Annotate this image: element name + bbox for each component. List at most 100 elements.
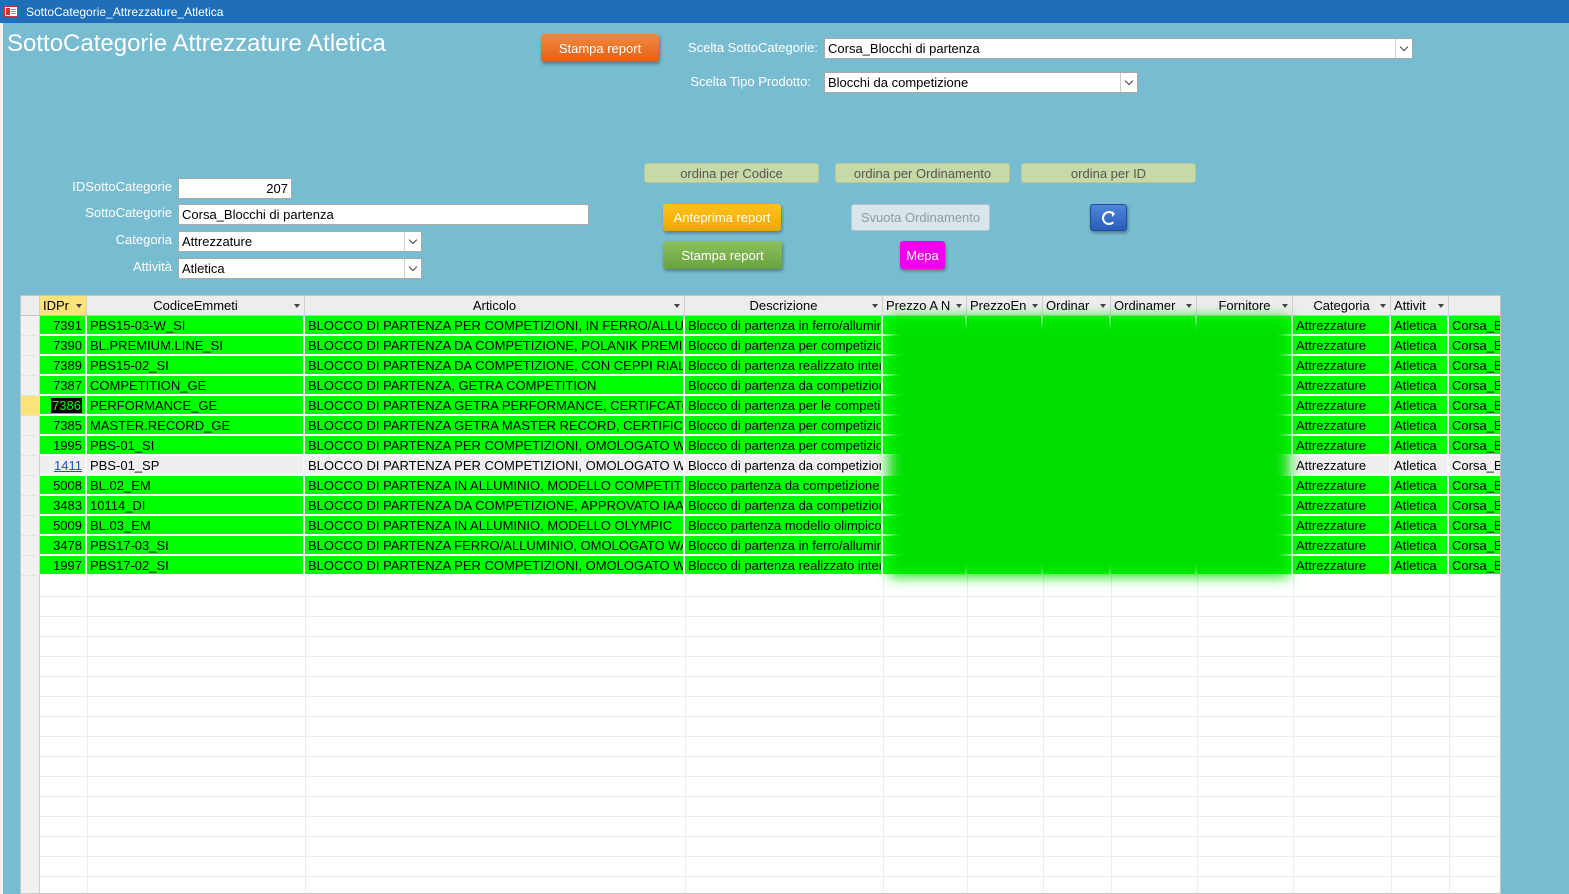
cell-attivita[interactable]: Atletica	[1391, 496, 1449, 516]
cell-categoria[interactable]: Attrezzature	[1293, 316, 1391, 336]
record-selector[interactable]	[21, 536, 40, 556]
cell-codice[interactable]: PBS17-02_SI	[87, 556, 305, 576]
cell-idpr[interactable]: 5009	[40, 516, 87, 536]
cell-codice[interactable]: PBS17-03_SI	[87, 536, 305, 556]
column-header-sottocategoria[interactable]	[1449, 296, 1500, 316]
record-selector[interactable]	[21, 436, 40, 456]
cell-idpr[interactable]: 1995	[40, 436, 87, 456]
record-selector[interactable]	[21, 516, 40, 536]
cell-idpr[interactable]: 7389	[40, 356, 87, 376]
cell-descrizione[interactable]: Blocco di partenza in ferro/alluminio	[685, 316, 883, 336]
anteprima-report-button[interactable]: Anteprima report	[663, 204, 781, 231]
cell-categoria[interactable]: Attrezzature	[1293, 556, 1391, 576]
cell-articolo[interactable]: BLOCCO DI PARTENZA DA COMPETIZIONE, POLA…	[305, 336, 685, 356]
sort-arrow-icon[interactable]	[872, 304, 878, 311]
cell-idpr[interactable]: 7390	[40, 336, 87, 356]
svuota-ordinamento-button[interactable]: Svuota Ordinamento	[851, 204, 990, 231]
datasheet-grid[interactable]: IDPr CodiceEmmeti Articolo Descrizione P…	[20, 295, 1501, 894]
column-header-prezzoen[interactable]: PrezzoEn	[967, 296, 1043, 316]
cell-codice[interactable]: PBS-01_SP	[87, 456, 305, 476]
cell-codice[interactable]: BL.02_EM	[87, 476, 305, 496]
cell-categoria[interactable]: Attrezzature	[1293, 476, 1391, 496]
cell-idpr[interactable]: 7391	[40, 316, 87, 336]
cell-categoria[interactable]: Attrezzature	[1293, 516, 1391, 536]
sort-arrow-icon[interactable]	[76, 304, 82, 311]
cell-categoria[interactable]: Attrezzature	[1293, 536, 1391, 556]
select-all-corner[interactable]	[21, 296, 40, 316]
cell-attivita[interactable]: Atletica	[1391, 556, 1449, 576]
cell-sottocategoria[interactable]: Corsa_B	[1449, 416, 1500, 436]
cell-idpr[interactable]: 3478	[40, 536, 87, 556]
sort-arrow-icon[interactable]	[1282, 304, 1288, 311]
record-selector[interactable]	[21, 376, 40, 396]
sottocategorie-field[interactable]: Corsa_Blocchi di partenza	[178, 204, 589, 225]
id-sottocategorie-field[interactable]: 207	[178, 178, 292, 199]
cell-categoria[interactable]: Attrezzature	[1293, 416, 1391, 436]
cell-descrizione[interactable]: Blocco di partenza per le competizioni	[685, 396, 883, 416]
cell-categoria[interactable]: Attrezzature	[1293, 376, 1391, 396]
sort-arrow-icon[interactable]	[674, 304, 680, 311]
cell-sottocategoria[interactable]: Corsa_B	[1449, 396, 1500, 416]
cell-codice[interactable]: BL.03_EM	[87, 516, 305, 536]
sort-arrow-icon[interactable]	[1186, 304, 1192, 311]
record-selector[interactable]	[21, 416, 40, 436]
sort-arrow-icon[interactable]	[1438, 304, 1444, 311]
cell-articolo[interactable]: BLOCCO DI PARTENZA DA COMPETIZIONE, CON …	[305, 356, 685, 376]
cell-sottocategoria[interactable]: Corsa_B	[1449, 516, 1500, 536]
sort-arrow-icon[interactable]	[294, 304, 300, 311]
sort-arrow-icon[interactable]	[1380, 304, 1386, 311]
cell-attivita[interactable]: Atletica	[1391, 336, 1449, 356]
column-header-prezzo[interactable]: Prezzo A N	[883, 296, 967, 316]
cell-codice[interactable]: PBS-01_SI	[87, 436, 305, 456]
cell-idpr[interactable]: 1411	[40, 456, 87, 476]
record-selector[interactable]	[21, 456, 40, 476]
cell-articolo[interactable]: BLOCCO DI PARTENZA FERRO/ALLUMINIO, OMOL…	[305, 536, 685, 556]
cell-articolo[interactable]: BLOCCO DI PARTENZA PER COMPETIZIONI, OMO…	[305, 436, 685, 456]
sort-arrow-icon[interactable]	[1032, 304, 1038, 311]
cell-descrizione[interactable]: Blocco di partenza per competizioni	[685, 336, 883, 356]
chevron-down-icon[interactable]	[404, 259, 421, 278]
cell-codice[interactable]: MASTER.RECORD_GE	[87, 416, 305, 436]
record-selector[interactable]	[21, 496, 40, 516]
cell-articolo[interactable]: BLOCCO DI PARTENZA PER COMPETIZIONI, OMO…	[305, 456, 685, 476]
column-header-ordinamento[interactable]: Ordinamer	[1111, 296, 1197, 316]
ordina-codice-button[interactable]: ordina per Codice	[644, 163, 819, 183]
cell-attivita[interactable]: Atletica	[1391, 436, 1449, 456]
cell-idpr[interactable]: 7387	[40, 376, 87, 396]
cell-categoria[interactable]: Attrezzature	[1293, 396, 1391, 416]
cell-descrizione[interactable]: Blocco di partenza realizzato interament…	[685, 356, 883, 376]
cell-categoria[interactable]: Attrezzature	[1293, 496, 1391, 516]
cell-idpr[interactable]: 7385	[40, 416, 87, 436]
record-selector[interactable]	[21, 476, 40, 496]
cell-categoria[interactable]: Attrezzature	[1293, 456, 1391, 476]
cell-sottocategoria[interactable]: Corsa_B	[1449, 436, 1500, 456]
column-header-attivita[interactable]: Attivit	[1391, 296, 1449, 316]
categoria-combo[interactable]: Attrezzature	[178, 231, 422, 252]
mepa-button[interactable]: Mepa	[900, 241, 945, 269]
cell-codice[interactable]: PBS15-03-W_SI	[87, 316, 305, 336]
cell-categoria[interactable]: Attrezzature	[1293, 336, 1391, 356]
chevron-down-icon[interactable]	[404, 232, 421, 251]
cell-codice[interactable]: PBS15-02_SI	[87, 356, 305, 376]
cell-categoria[interactable]: Attrezzature	[1293, 436, 1391, 456]
cell-attivita[interactable]: Atletica	[1391, 456, 1449, 476]
chevron-down-icon[interactable]	[1395, 39, 1412, 58]
scelta-tipo-combo[interactable]: Blocchi da competizione	[824, 72, 1138, 93]
cell-articolo[interactable]: BLOCCO DI PARTENZA PER COMPETIZIONI, IN …	[305, 316, 685, 336]
cell-attivita[interactable]: Atletica	[1391, 316, 1449, 336]
cell-descrizione[interactable]: Blocco di partenza realizzato interament…	[685, 556, 883, 576]
cell-attivita[interactable]: Atletica	[1391, 396, 1449, 416]
record-selector[interactable]	[21, 356, 40, 376]
cell-articolo[interactable]: BLOCCO DI PARTENZA PER COMPETIZIONI, OMO…	[305, 556, 685, 576]
cell-attivita[interactable]: Atletica	[1391, 476, 1449, 496]
column-header-ordinar[interactable]: Ordinar	[1043, 296, 1111, 316]
cell-attivita[interactable]: Atletica	[1391, 516, 1449, 536]
cell-idpr[interactable]: 3483	[40, 496, 87, 516]
sort-arrow-icon[interactable]	[1100, 304, 1106, 311]
cell-articolo[interactable]: BLOCCO DI PARTENZA GETRA MASTER RECORD, …	[305, 416, 685, 436]
attivita-combo[interactable]: Atletica	[178, 258, 422, 279]
record-selector[interactable]	[21, 556, 40, 576]
cell-attivita[interactable]: Atletica	[1391, 416, 1449, 436]
cell-codice[interactable]: BL.PREMIUM.LINE_SI	[87, 336, 305, 356]
stampa-report-top-button[interactable]: Stampa report	[541, 34, 659, 62]
